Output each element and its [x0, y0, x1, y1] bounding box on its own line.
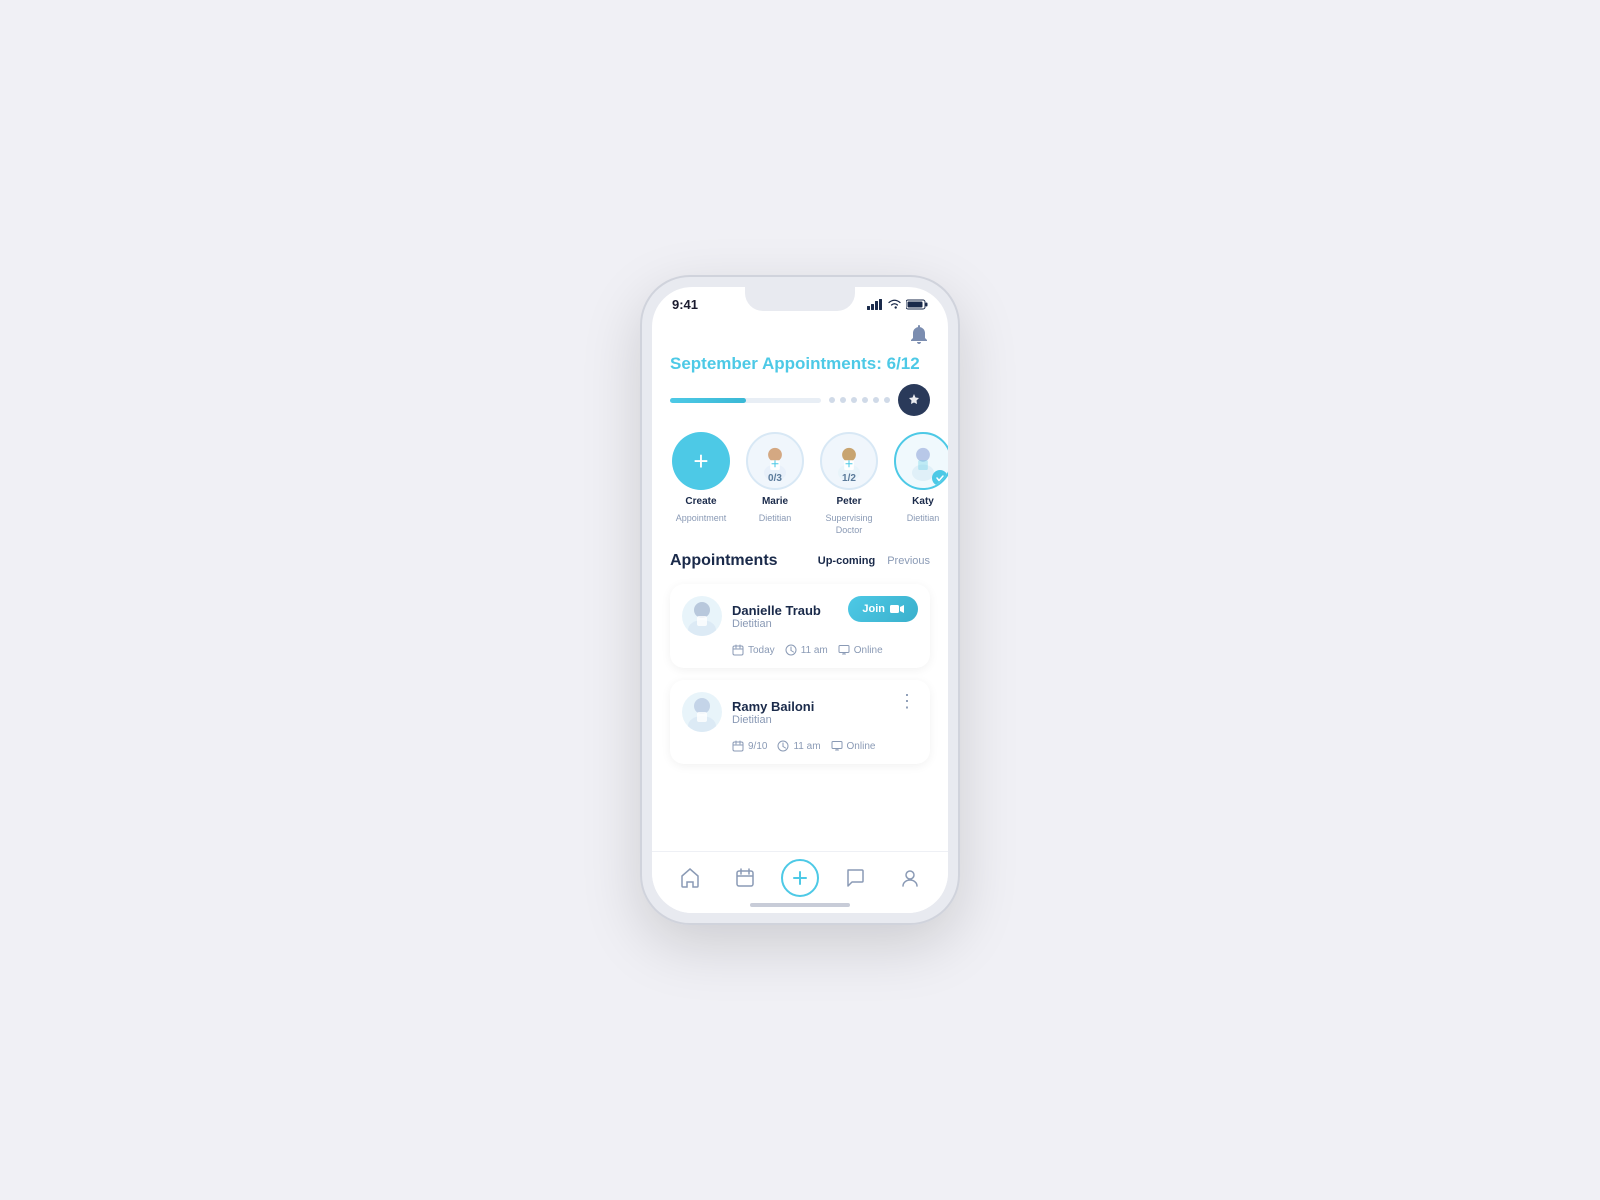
card-meta-2: 9/10 11 am [682, 740, 918, 752]
ramy-name: Ramy Bailoni [732, 699, 814, 714]
nav-profile[interactable] [890, 858, 930, 898]
wifi-icon [887, 299, 902, 310]
appointment-card-2: Ramy Bailoni Dietitian ⋮ [670, 680, 930, 764]
home-indicator [750, 903, 850, 907]
date-text-2: 9/10 [748, 741, 767, 752]
ramy-avatar [682, 692, 722, 732]
mode-text-1: Online [854, 645, 883, 656]
status-time: 9:41 [672, 297, 698, 312]
ramy-info: Ramy Bailoni Dietitian [732, 699, 814, 726]
status-icons [867, 299, 928, 310]
progress-dot [851, 397, 857, 403]
join-label: Join [862, 603, 885, 615]
appointment-card-1: Danielle Traub Dietitian Join [670, 584, 930, 668]
danielle-avatar [682, 596, 722, 636]
katy-avatar [894, 432, 948, 490]
appointments-count: 6/12 [887, 354, 920, 373]
ramy-role: Dietitian [732, 714, 814, 726]
marie-avatar: 0/3 [746, 432, 804, 490]
monitor-icon-2 [831, 740, 843, 752]
nav-chat[interactable] [835, 858, 875, 898]
peter-avatar: 1/2 [820, 432, 878, 490]
main-content: September Appointments: 6/12 [652, 316, 948, 913]
header-bar [652, 316, 948, 350]
tab-previous[interactable]: Previous [887, 555, 930, 567]
progress-bar-container [652, 384, 948, 416]
battery-icon [906, 299, 928, 310]
progress-dot [829, 397, 835, 403]
time-meta-1: 11 am [785, 644, 828, 656]
mode-meta-1: Online [838, 644, 883, 656]
danielle-name: Danielle Traub [732, 603, 821, 618]
date-meta-2: 9/10 [732, 740, 767, 752]
marie-name: Marie [762, 496, 788, 507]
card-doctor-info-1: Danielle Traub Dietitian [682, 596, 821, 636]
katy-name: Katy [912, 496, 934, 507]
trophy-badge [898, 384, 930, 416]
progress-dot [873, 397, 879, 403]
progress-bar-fill [670, 398, 746, 403]
progress-dot [840, 397, 846, 403]
section-title: Appointments [670, 552, 778, 570]
doctor-item-katy[interactable]: Katy Dietitian [892, 432, 948, 536]
create-avatar: + [672, 432, 730, 490]
calendar-icon [732, 644, 744, 656]
nav-home[interactable] [670, 858, 710, 898]
card-top-1: Danielle Traub Dietitian Join [682, 596, 918, 636]
nav-add[interactable] [781, 859, 819, 897]
marie-role: Dietitian [759, 513, 792, 525]
progress-dot [884, 397, 890, 403]
tab-group: Up-coming Previous [818, 555, 930, 567]
appointments-title: September Appointments: 6/12 [670, 354, 930, 374]
nav-calendar[interactable] [725, 858, 765, 898]
join-button-1[interactable]: Join [848, 596, 918, 622]
phone-screen: 9:41 [652, 287, 948, 913]
progress-dot [862, 397, 868, 403]
peter-name: Peter [836, 496, 861, 507]
clock-icon [785, 644, 797, 656]
card-top-2: Ramy Bailoni Dietitian ⋮ [682, 692, 918, 732]
phone-frame: 9:41 [640, 275, 960, 925]
calendar-icon-2 [732, 740, 744, 752]
progress-bar-track [670, 398, 821, 403]
clock-icon-2 [777, 740, 789, 752]
card-doctor-info-2: Ramy Bailoni Dietitian [682, 692, 814, 732]
notification-bell-icon[interactable] [908, 324, 930, 346]
create-label-line1: Create [685, 496, 716, 507]
doctors-scroll[interactable]: + Create Appointment [652, 432, 948, 552]
section-header: Appointments Up-coming Previous [670, 552, 930, 570]
create-appointment-item[interactable]: + Create Appointment [670, 432, 732, 536]
katy-role: Dietitian [907, 513, 940, 525]
doctor-item-peter[interactable]: 1/2 Peter Supervising Doctor [818, 432, 880, 536]
danielle-role: Dietitian [732, 618, 821, 630]
date-text-1: Today [748, 645, 775, 656]
time-text-2: 11 am [793, 741, 820, 752]
active-check-icon [932, 470, 948, 486]
appointments-section: Appointments Up-coming Previous [652, 552, 948, 764]
appointments-heading: September Appointments: 6/12 [652, 350, 948, 384]
signal-icon [867, 299, 883, 310]
mode-meta-2: Online [831, 740, 876, 752]
peter-role: Supervising Doctor [818, 513, 880, 536]
more-options-button-2[interactable]: ⋮ [896, 692, 918, 710]
video-icon [890, 604, 904, 614]
create-plus-icon: + [693, 448, 708, 474]
mode-text-2: Online [847, 741, 876, 752]
doctor-item-marie[interactable]: 0/3 Marie Dietitian [744, 432, 806, 536]
date-meta-1: Today [732, 644, 775, 656]
danielle-info: Danielle Traub Dietitian [732, 603, 821, 630]
tab-upcoming[interactable]: Up-coming [818, 555, 875, 567]
card-meta-1: Today 11 am [682, 644, 918, 656]
create-label-line2: Appointment [676, 513, 727, 525]
time-text-1: 11 am [801, 645, 828, 656]
notch [745, 287, 855, 311]
progress-dots [829, 397, 890, 403]
monitor-icon [838, 644, 850, 656]
time-meta-2: 11 am [777, 740, 820, 752]
